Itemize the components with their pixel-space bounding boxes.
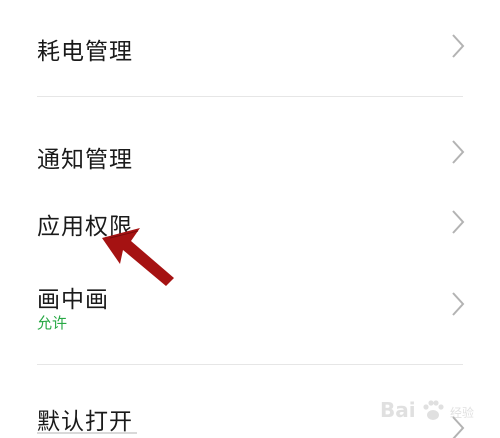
partial-subtitle-line [37,432,137,434]
settings-item-app-permissions[interactable]: 应用权限 [0,190,500,252]
paw-icon [423,400,444,420]
chevron-right-icon [452,140,465,164]
red-arrow-icon [102,228,174,286]
chevron-right-icon [452,34,465,58]
app-settings-page: 耗电管理 通知管理 应用权限 画中画 允许 默认打开 Bai 经验 [0,0,500,438]
settings-item-picture-in-picture[interactable]: 画中画 允许 [0,264,500,344]
settings-item-notification-management[interactable]: 通知管理 [0,118,500,188]
section-divider [37,364,463,365]
watermark-sub: 经验 [450,406,475,420]
watermark-brand: Bai [380,398,416,422]
settings-item-label: 耗电管理 [37,39,133,65]
section-divider [37,96,463,97]
chevron-right-icon [452,210,465,234]
settings-item-label: 默认打开 [37,409,133,435]
chevron-right-icon [452,292,465,316]
settings-item-label: 通知管理 [37,147,133,173]
watermark-logo: Bai 经验 [376,394,494,428]
settings-item-power-management[interactable]: 耗电管理 [0,10,500,80]
settings-item-status: 允许 [37,314,68,332]
